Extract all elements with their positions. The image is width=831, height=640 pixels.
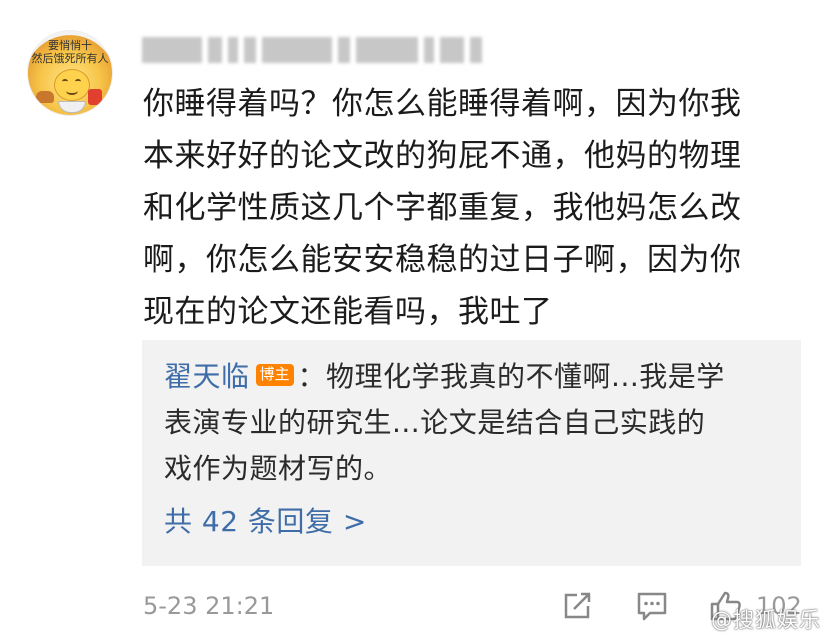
- comment-body: 你睡得着吗？你怎么能睡得着啊，因为你我 本来好好的论文改的狗屁不通，他妈的物理 …: [143, 78, 803, 338]
- reply-icon[interactable]: [635, 590, 669, 622]
- author-badge: 博主: [255, 364, 294, 386]
- more-replies-link[interactable]: 共 42 条回复 >: [164, 502, 367, 542]
- watermark: @搜狐娱乐: [711, 608, 821, 632]
- user-avatar[interactable]: 要悄悄十 然后饿死所有人: [27, 30, 113, 116]
- avatar-food: [36, 91, 54, 103]
- timestamp: 5-23 21:21: [143, 592, 275, 620]
- comment-line: 现在的论文还能看吗，我吐了: [143, 294, 553, 330]
- username-blurred[interactable]: [142, 33, 582, 67]
- avatar-food: [88, 89, 102, 105]
- comment-line: 你睡得着吗？你怎么能睡得着啊，因为你我: [143, 86, 742, 122]
- reply-separator: ：: [297, 360, 327, 393]
- reply-text: 翟天临 博主 ：物理化学我真的不懂啊...我是学 表演专业的研究生...论文是结合自…: [164, 354, 784, 492]
- reply-preview-box[interactable]: 翟天临 博主 ：物理化学我真的不懂啊...我是学 表演专业的研究生...论文是结合自…: [142, 340, 801, 566]
- reply-line: 物理化学我真的不懂啊...我是学: [326, 360, 725, 393]
- reply-author-link[interactable]: 翟天临: [164, 360, 250, 393]
- avatar-face: [54, 69, 90, 101]
- reply-line: 表演专业的研究生...论文是结合自己实践的: [164, 406, 706, 439]
- avatar-bowl: [58, 101, 86, 113]
- comment-line: 本来好好的论文改的狗屁不通，他妈的物理: [143, 138, 742, 174]
- share-icon[interactable]: [561, 590, 595, 622]
- avatar-text-line1: 要悄悄十: [48, 39, 92, 52]
- comment-line: 和化学性质这几个字都重复，我他妈怎么改: [143, 190, 742, 226]
- comment-line: 啊，你怎么能安安稳稳的过日子啊，因为你: [143, 242, 742, 278]
- avatar-text-line2: 然后饿死所有人: [31, 52, 109, 65]
- reply-line: 戏作为题材写的。: [164, 452, 393, 485]
